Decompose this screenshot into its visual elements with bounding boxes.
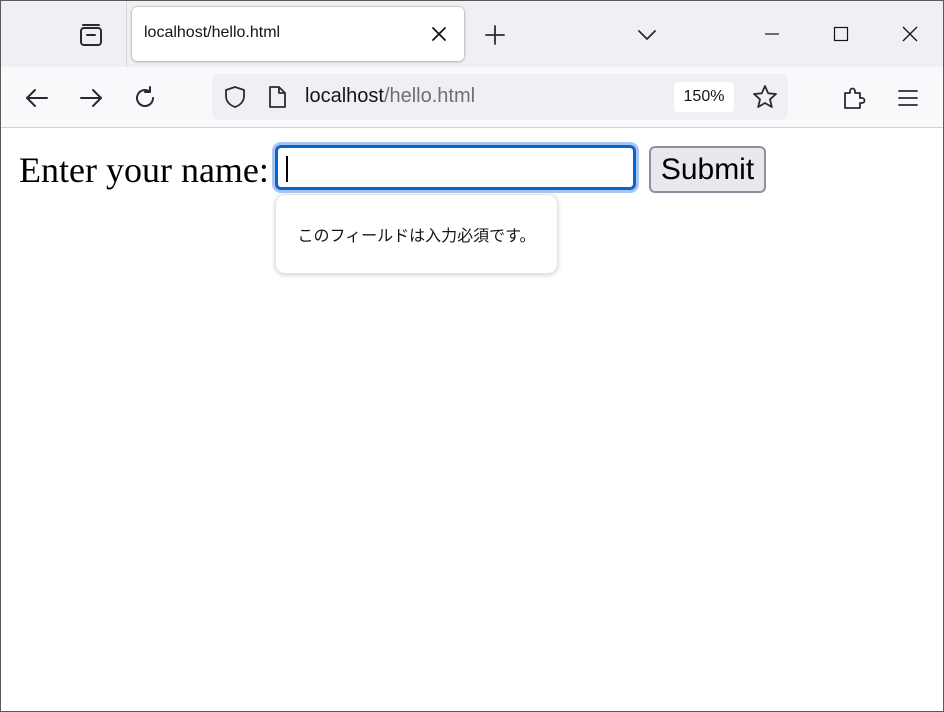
back-button[interactable] (18, 79, 56, 117)
extensions-button[interactable] (835, 79, 873, 117)
submit-button[interactable]: Submit (649, 146, 766, 193)
close-window-button[interactable] (885, 9, 935, 59)
tracking-protection-button[interactable] (222, 84, 248, 110)
shield-icon (225, 86, 245, 108)
reload-button[interactable] (126, 79, 164, 117)
puzzle-icon (844, 87, 866, 109)
text-caret (286, 156, 288, 182)
hamburger-menu-icon (898, 90, 918, 106)
minimize-icon (765, 33, 779, 35)
validation-tooltip: このフィールドは入力必須です。 (275, 194, 558, 274)
browser-window: localhost/hello.html localhost/hello.htm… (0, 0, 944, 712)
zoom-level-button[interactable]: 150% (674, 82, 734, 112)
maximize-button[interactable] (816, 9, 866, 59)
tab-strip: localhost/hello.html (1, 1, 943, 67)
tab-overview-button[interactable] (67, 11, 115, 59)
reload-icon (136, 86, 154, 107)
forward-arrow-icon (80, 89, 102, 107)
list-all-tabs-button[interactable] (629, 17, 665, 53)
url-text[interactable]: localhost/hello.html (305, 85, 475, 108)
close-icon (432, 27, 446, 41)
chevron-down-icon (638, 30, 656, 40)
minimize-button[interactable] (747, 9, 797, 59)
new-tab-button[interactable] (477, 17, 513, 53)
url-host: localhost (305, 85, 384, 107)
url-path: /hello.html (383, 85, 476, 107)
app-menu-button[interactable] (889, 79, 927, 117)
forward-button[interactable] (72, 79, 110, 117)
page-icon (269, 86, 286, 108)
navigation-toolbar: localhost/hello.html 150% (1, 67, 943, 128)
tab-close-button[interactable] (426, 21, 452, 47)
back-arrow-icon (26, 89, 48, 107)
site-info-button[interactable] (264, 84, 290, 110)
name-input[interactable] (275, 145, 636, 190)
close-window-icon (902, 26, 918, 42)
bookmark-button[interactable] (750, 82, 780, 112)
tab-active[interactable]: localhost/hello.html (132, 7, 464, 61)
tab-divider (126, 1, 127, 67)
url-bar[interactable]: localhost/hello.html 150% (212, 74, 788, 120)
plus-icon (485, 25, 505, 45)
maximize-icon (833, 26, 849, 42)
page-content: Enter your name: Submit このフィールドは入力必須です。 (1, 128, 943, 711)
tab-title: localhost/hello.html (144, 24, 281, 41)
name-label: Enter your name: (19, 150, 269, 190)
tab-overview-icon (80, 24, 102, 46)
star-icon (753, 85, 777, 108)
